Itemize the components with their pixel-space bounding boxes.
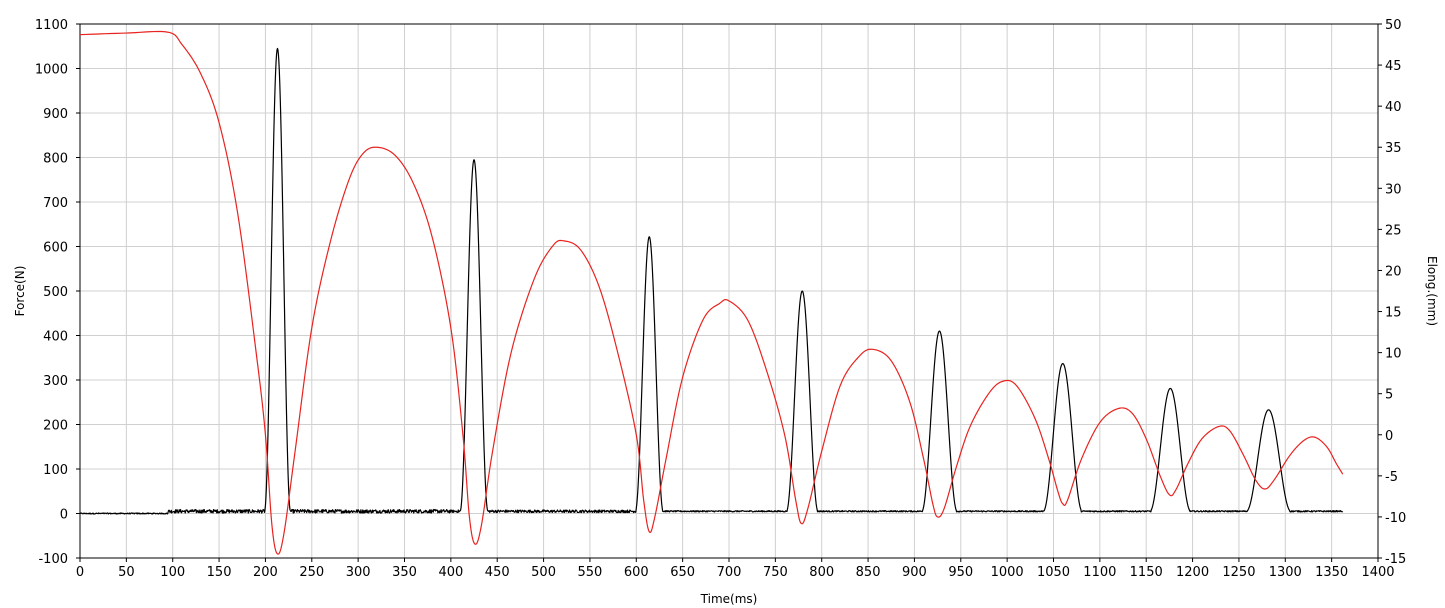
y2-tick-label: 10 [1385, 347, 1402, 362]
x-tick-label: 950 [948, 565, 973, 580]
y2-tick-label: 30 [1385, 182, 1402, 197]
y2-tick-label: 50 [1385, 18, 1402, 33]
x-tick-label: 100 [160, 565, 185, 580]
x-tick-label: 1200 [1176, 565, 1209, 580]
y-tick-label: 200 [43, 419, 68, 434]
x-tick-label: 250 [299, 565, 324, 580]
y2-tick-label: -10 [1385, 511, 1406, 526]
x-tick-label: 1250 [1222, 565, 1255, 580]
y-tick-label: 100 [43, 463, 68, 478]
y-tick-label: 1100 [35, 18, 68, 33]
x-tick-label: 150 [207, 565, 232, 580]
x-tick-label: 300 [346, 565, 371, 580]
y-tick-label: 1000 [35, 63, 68, 78]
y2-tick-label: 20 [1385, 264, 1402, 279]
x-axis-ticks: 0 50 100 150 200 250 300 350 400 450 500 550 600 650 7… [76, 558, 1395, 580]
x-tick-label: 1050 [1037, 565, 1070, 580]
y2-tick-label: 25 [1385, 223, 1402, 238]
y-tick-label: 600 [43, 241, 68, 256]
y-tick-label: 0 [60, 508, 68, 523]
x-tick-label: 1150 [1130, 565, 1163, 580]
y-tick-label: 800 [43, 152, 68, 167]
series-layer [79, 30, 1344, 555]
y-tick-label: 500 [43, 285, 68, 300]
x-tick-label: 400 [438, 565, 463, 580]
y-tick-label: -100 [38, 552, 68, 567]
y-tick-label: 700 [43, 196, 68, 211]
y2-axis-ticks: -15 -10 -5 0 5 10 15 20 25 30 35 40 45 50 [1378, 18, 1406, 567]
elongation-series-line [79, 30, 1344, 555]
x-tick-label: 1400 [1361, 565, 1394, 580]
y2-tick-label: 45 [1385, 59, 1402, 74]
x-tick-label: 450 [485, 565, 510, 580]
x-tick-label: 50 [118, 565, 135, 580]
y-axis-ticks: -100 0 100 200 300 400 500 600 700 800 900 1000 1100 [35, 18, 80, 567]
x-tick-label: 1350 [1315, 565, 1348, 580]
x-tick-label: 350 [392, 565, 417, 580]
y2-axis-title: Elong.(mm) [1425, 256, 1439, 326]
x-tick-label: 550 [578, 565, 603, 580]
y2-tick-label: 5 [1385, 388, 1393, 403]
y2-tick-label: 0 [1385, 429, 1393, 444]
force-series-line [79, 47, 1344, 515]
y-tick-label: 900 [43, 107, 68, 122]
x-axis-title: Time(ms) [700, 592, 758, 606]
y2-tick-label: -15 [1385, 552, 1406, 567]
x-tick-label: 0 [76, 565, 84, 580]
y-tick-label: 300 [43, 374, 68, 389]
y-axis-title: Force(N) [13, 266, 27, 317]
x-tick-label: 750 [763, 565, 788, 580]
x-tick-label: 1000 [991, 565, 1024, 580]
x-tick-label: 700 [717, 565, 742, 580]
y2-tick-label: 40 [1385, 100, 1402, 115]
x-tick-label: 650 [670, 565, 695, 580]
x-tick-label: 200 [253, 565, 278, 580]
chart: 0 50 100 150 200 250 300 350 400 450 500 550 600 650 7… [13, 18, 1439, 606]
x-tick-label: 1100 [1083, 565, 1116, 580]
y2-tick-label: 15 [1385, 306, 1402, 321]
y2-tick-label: -5 [1385, 470, 1398, 485]
x-tick-label: 850 [856, 565, 881, 580]
x-tick-label: 1300 [1269, 565, 1302, 580]
y-tick-label: 400 [43, 330, 68, 345]
x-tick-label: 900 [902, 565, 927, 580]
x-tick-label: 800 [809, 565, 834, 580]
y2-tick-label: 35 [1385, 141, 1402, 156]
x-tick-label: 500 [531, 565, 556, 580]
x-tick-label: 600 [624, 565, 649, 580]
